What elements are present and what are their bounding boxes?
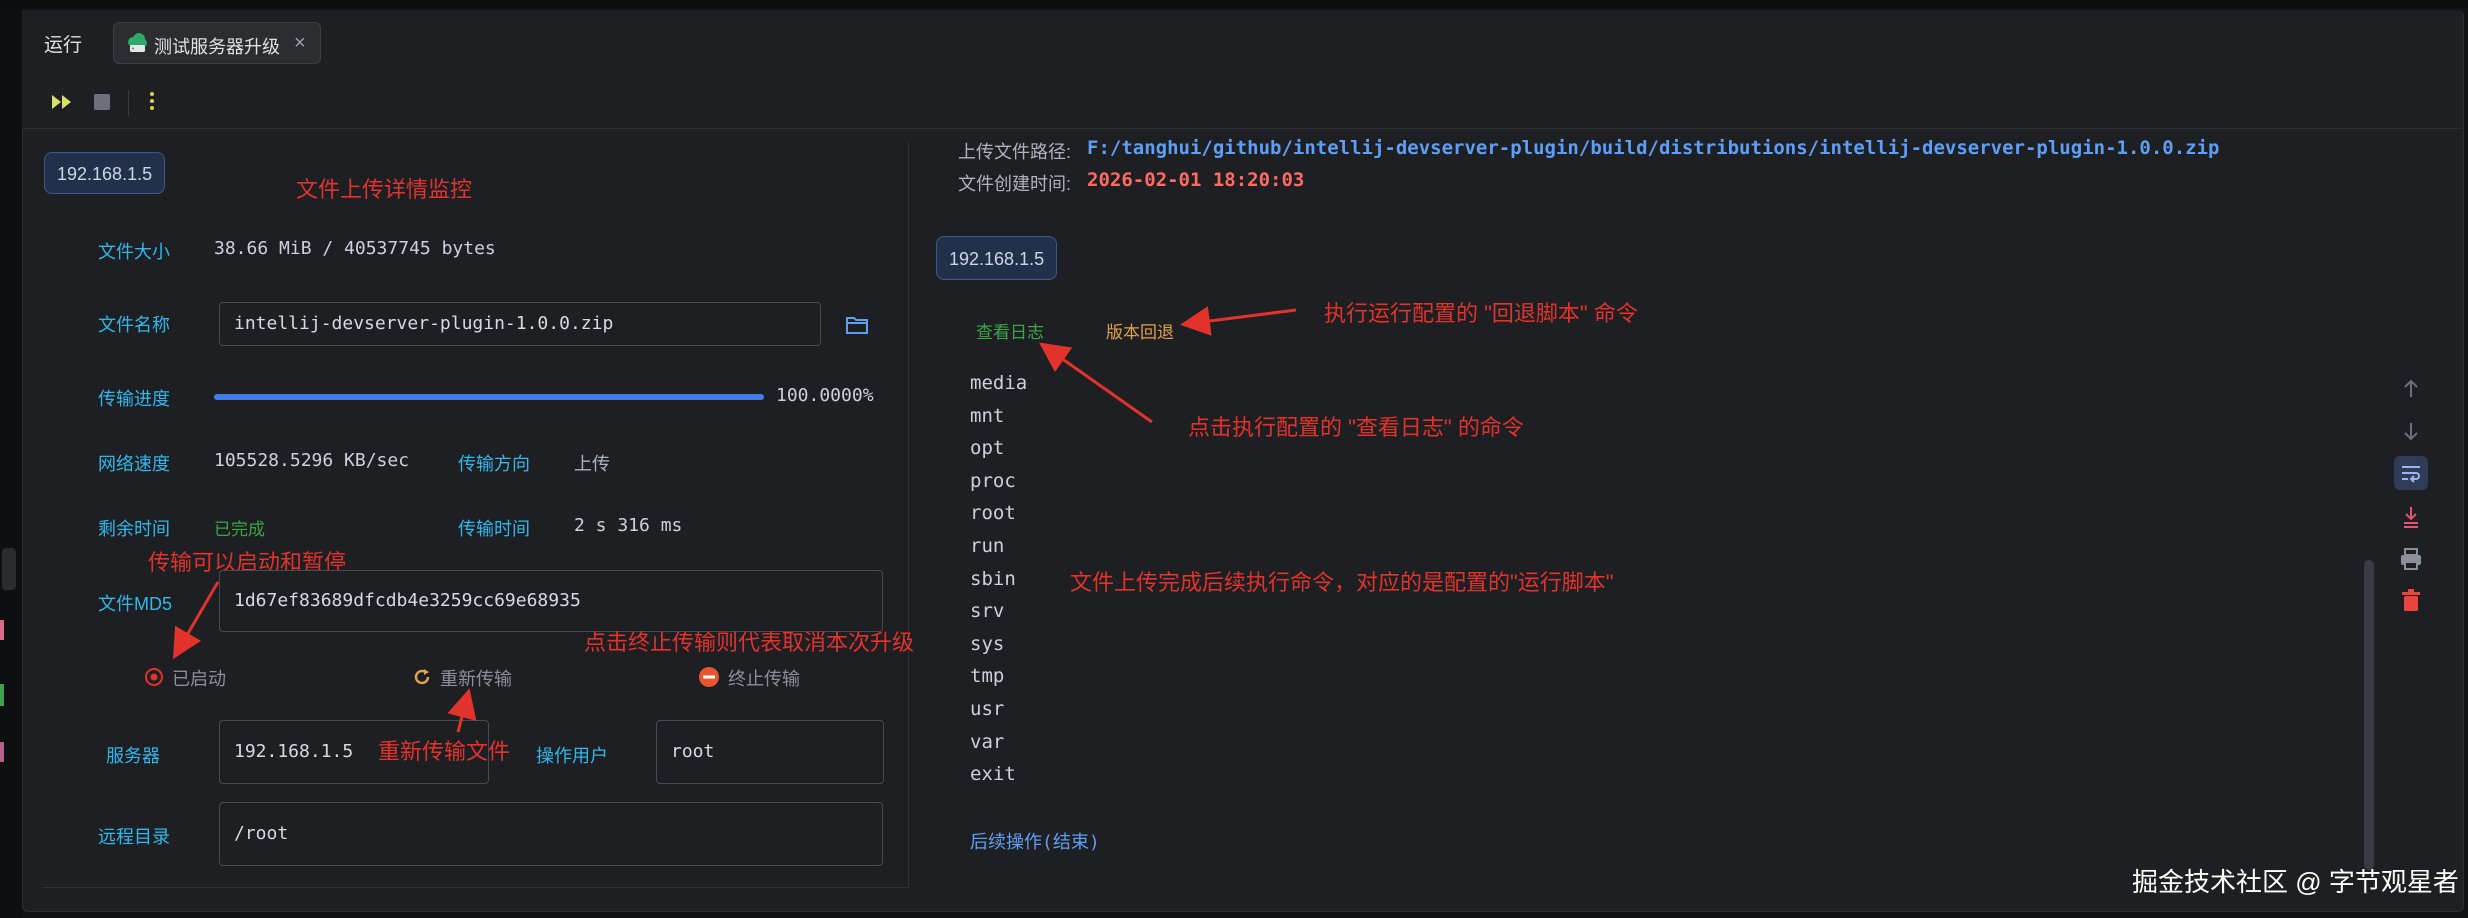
remote-dir-label: 远程目录	[98, 827, 170, 847]
md5-field[interactable]: 1d67ef83689dfcdb4e3259cc69e68935	[219, 570, 883, 632]
console-line: usr	[970, 698, 1005, 720]
run-tab-bar	[22, 10, 2462, 77]
remaining-label: 剩余时间	[98, 519, 170, 539]
trash-icon[interactable]	[2396, 586, 2426, 616]
run-toolbar	[22, 76, 2462, 129]
upload-path-value: F:/tanghui/github/intellij-devserver-plu…	[1087, 137, 2220, 159]
run-all-icon[interactable]	[50, 92, 74, 112]
screen-top-edge	[0, 0, 2468, 8]
console-line: tmp	[970, 665, 1005, 688]
file-size-label: 文件大小	[98, 242, 170, 262]
console-line: sys	[970, 632, 1005, 655]
view-log-link[interactable]: 查看日志	[976, 318, 1044, 343]
server-cloud-icon	[128, 33, 147, 52]
duration-value: 2 s 316 ms	[574, 515, 683, 536]
upload-progress-bar	[214, 394, 764, 400]
more-vertical-icon[interactable]	[148, 88, 156, 114]
soft-wrap-toggle[interactable]	[2394, 456, 2428, 490]
speed-value: 105528.5296 KB/sec	[214, 450, 410, 471]
ide-left-gutter	[0, 8, 22, 918]
user-field[interactable]: root	[656, 720, 884, 784]
retransmit-button[interactable]: 重新传输	[440, 665, 512, 691]
refresh-icon[interactable]	[412, 667, 432, 687]
direction-value: 上传	[574, 454, 610, 474]
speed-label: 网络速度	[98, 454, 170, 474]
stop-circle-icon[interactable]	[698, 666, 720, 688]
progress-label: 传输进度	[98, 389, 170, 409]
annotation-stop-cancel: 点击终止传输则代表取消本次升级	[584, 630, 915, 655]
rollback-link[interactable]: 版本回退	[1106, 318, 1174, 343]
created-time-label: 文件创建时间:	[958, 174, 1072, 194]
watermark: 掘金技术社区 @ 字节观星者	[2132, 867, 2459, 897]
console-log: media mnt opt proc root run sbin srv sys tmp usr va…	[970, 372, 1270, 792]
created-time-value: 2026-02-01 18:20:03	[1087, 169, 1305, 191]
console-line: sbin	[970, 567, 1016, 590]
tab-label: 测试服务器升级	[154, 37, 280, 57]
server-label: 服务器	[106, 746, 160, 766]
console-line: run	[970, 535, 1005, 557]
annotation-retransmit: 重新传输文件	[378, 739, 511, 764]
annotation-monitor: 文件上传详情监控	[296, 177, 473, 202]
console-line: proc	[970, 469, 1016, 492]
remote-dir-field[interactable]: /root	[219, 802, 883, 866]
console-line: mnt	[970, 404, 1005, 427]
tab-test-server-upgrade[interactable]: 测试服务器升级 ×	[113, 22, 321, 64]
progress-fill	[214, 394, 764, 400]
user-label: 操作用户	[536, 746, 608, 766]
progress-text: 100.0000%	[776, 385, 874, 406]
direction-label: 传输方向	[458, 454, 530, 474]
close-icon[interactable]: ×	[294, 32, 306, 55]
console-scrollbar[interactable]	[2364, 560, 2374, 870]
file-size-value: 38.66 MiB / 40537745 bytes	[214, 238, 496, 259]
upload-path-label: 上传文件路径:	[958, 142, 1072, 162]
console-footer: 后续操作(结束)	[970, 832, 1100, 853]
console-line: srv	[970, 600, 1005, 623]
gutter-tool-button[interactable]	[2, 548, 16, 590]
scroll-to-end-icon[interactable]	[2396, 502, 2426, 532]
annotation-rollback: 执行运行配置的 "回退脚本" 命令	[1324, 301, 1638, 326]
arrow-down-icon[interactable]	[2396, 416, 2426, 446]
console-line: root	[970, 502, 1016, 525]
gutter-marker	[0, 742, 4, 762]
console-line: media	[970, 372, 1028, 394]
print-icon[interactable]	[2396, 544, 2426, 574]
gutter-marker	[0, 684, 4, 706]
duration-label: 传输时间	[458, 519, 530, 539]
toolbar-separator	[128, 90, 129, 116]
server-badge[interactable]: 192.168.1.5	[44, 152, 166, 194]
md5-label: 文件MD5	[98, 594, 173, 614]
remaining-value: 已完成	[214, 520, 265, 539]
record-icon[interactable]	[144, 667, 164, 687]
started-button[interactable]: 已启动	[172, 665, 226, 691]
console-server-badge[interactable]: 192.168.1.5	[936, 236, 1058, 280]
stop-transfer-button[interactable]: 终止传输	[728, 665, 800, 691]
run-window-title: 运行	[44, 35, 83, 56]
console-line: exit	[970, 763, 1016, 786]
gutter-marker	[0, 620, 4, 640]
file-name-field[interactable]: intellij-devserver-plugin-1.0.0.zip	[219, 302, 821, 346]
stop-icon[interactable]	[94, 94, 110, 110]
file-name-label: 文件名称	[98, 315, 170, 335]
console-line: opt	[970, 437, 1005, 460]
soft-wrap-icon	[2402, 466, 2420, 483]
arrow-up-icon[interactable]	[2396, 374, 2426, 404]
folder-icon[interactable]	[846, 315, 868, 335]
console-line: var	[970, 730, 1005, 753]
